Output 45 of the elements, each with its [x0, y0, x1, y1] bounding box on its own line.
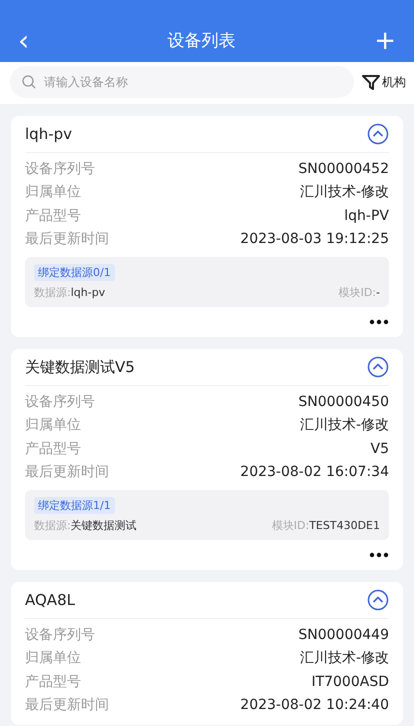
module-id: 模块ID:-	[338, 285, 380, 300]
field-label: 产品型号	[25, 672, 81, 691]
binding-tag: 绑定数据源0/1	[34, 264, 115, 281]
field-label: 设备序列号	[25, 626, 95, 644]
field-label: 最后更新时间	[25, 463, 109, 482]
field-value: 2023-08-02 16:07:34	[240, 464, 389, 480]
field-value: SN00000449	[298, 626, 389, 643]
search-field[interactable]: 请输入设备名称	[10, 66, 354, 98]
field-label: 归属单位	[25, 416, 81, 434]
binding-tag: 绑定数据源1/1	[34, 497, 115, 514]
data-source: 数据源:lqh-pv	[34, 285, 106, 300]
field-value: 2023-08-02 10:24:40	[240, 697, 389, 714]
field-label: 最后更新时间	[25, 696, 109, 714]
field-label: 归属单位	[25, 649, 81, 668]
collapse-icon[interactable]	[367, 356, 389, 378]
add-button[interactable]: +	[366, 26, 404, 56]
device-name: 关键数据测试V5	[25, 358, 135, 376]
field-label: 产品型号	[25, 206, 81, 225]
search-icon[interactable]	[22, 75, 36, 89]
filter-button[interactable]: 机构	[362, 74, 406, 90]
data-source: 数据源:关键数据测试	[34, 518, 137, 533]
field-value: 汇川技术-修改	[300, 649, 389, 668]
field-value: IT7000ASD	[311, 674, 389, 690]
field-label: 设备序列号	[25, 160, 95, 178]
field-value: V5	[370, 440, 389, 457]
collapse-icon[interactable]	[367, 589, 389, 611]
field-value: SN00000450	[298, 394, 389, 410]
more-icon[interactable]	[369, 552, 389, 558]
field-label: 设备序列号	[25, 392, 95, 411]
field-value: 2023-08-03 19:12:25	[240, 231, 389, 248]
device-name: AQA8L	[25, 591, 75, 609]
field-label: 归属单位	[25, 183, 81, 202]
field-value: 汇川技术-修改	[300, 416, 389, 434]
field-value: SN00000452	[298, 160, 389, 177]
page-title: 设备列表	[168, 30, 236, 53]
more-icon[interactable]	[369, 319, 389, 325]
field-label: 产品型号	[25, 440, 81, 458]
module-id: 模块ID:TEST430DE1	[272, 518, 380, 533]
field-label: 最后更新时间	[25, 230, 109, 248]
field-value: lqh-PV	[344, 208, 389, 224]
field-value: 汇川技术-修改	[300, 183, 389, 202]
device-name: lqh-pv	[25, 125, 72, 143]
funnel-icon[interactable]	[362, 74, 380, 90]
back-button[interactable]: ‹	[10, 26, 38, 56]
collapse-icon[interactable]	[367, 123, 389, 145]
